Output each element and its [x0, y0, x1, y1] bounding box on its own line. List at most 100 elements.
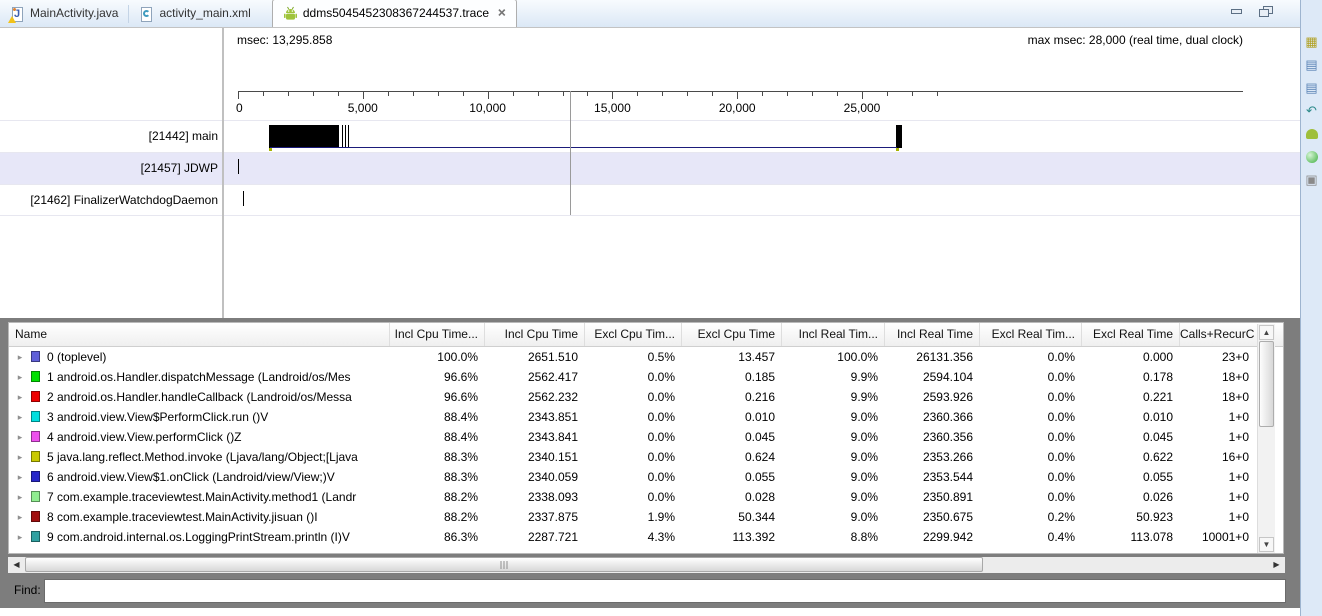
method-name: 6 android.view.View$1.onClick (Landroid/… — [47, 467, 389, 487]
thread-activity-tick — [238, 159, 239, 174]
expand-arrow-icon[interactable]: ▸ — [9, 507, 31, 527]
cell-value-6: 0.4% — [979, 527, 1081, 547]
scroll-up-icon[interactable]: ▲ — [1259, 325, 1274, 340]
label-timeline-divider[interactable] — [222, 28, 224, 318]
cell-value-6: 0.0% — [979, 427, 1081, 447]
vertical-scrollbar-thumb[interactable] — [1259, 341, 1274, 427]
expand-arrow-icon[interactable]: ▸ — [9, 367, 31, 387]
cell-value-7: 0.000 — [1081, 347, 1179, 367]
close-tab-icon[interactable]: ❌︎ — [498, 8, 506, 19]
expand-arrow-icon[interactable]: ▸ — [9, 527, 31, 547]
table-row[interactable]: ▸ 6 android.view.View$1.onClick (Landroid… — [9, 467, 1283, 487]
column-header-calls[interactable]: Calls+RecurC... — [1179, 323, 1255, 346]
table-row[interactable]: ▸ 1 android.os.Handler.dispatchMessage (L… — [9, 367, 1283, 387]
table-row[interactable]: ▸2 android.os.Handler.handleCallback (La… — [9, 387, 1283, 407]
thread-activity-block — [345, 125, 347, 148]
cell-value-4: 9.0% — [781, 447, 884, 467]
method-color-chip — [31, 451, 40, 462]
scroll-down-icon[interactable]: ▼ — [1259, 537, 1274, 552]
expand-arrow-icon[interactable]: ▸ — [9, 447, 31, 467]
column-header-name[interactable]: Name — [9, 323, 389, 346]
thread-row[interactable]: [21462] FinalizerWatchdogDaemon — [0, 184, 1300, 216]
clipboard-icon[interactable]: ▣ — [1304, 172, 1320, 188]
find-label: Find: — [14, 574, 41, 606]
tab-activity-main-xml[interactable]: activity_main.xml — [129, 1, 260, 27]
table-row[interactable]: ▸0 (toplevel)100.0%2651.5100.5%13.457100… — [9, 347, 1283, 367]
thread-row[interactable]: [21457] JDWP — [0, 152, 1300, 184]
ruler-tick — [837, 92, 838, 96]
column-header-incl-real-time[interactable]: Incl Real Time — [884, 323, 979, 346]
cell-value-5: 2353.544 — [884, 467, 979, 487]
ruler-tick — [912, 92, 913, 96]
ruler-tick — [637, 92, 638, 96]
expand-arrow-icon[interactable]: ▸ — [9, 407, 31, 427]
view-window-buttons — [1230, 6, 1272, 16]
minimize-button[interactable] — [1230, 6, 1243, 16]
profile-table: Name Incl Cpu Time... Incl Cpu Time Excl… — [8, 322, 1284, 554]
cell-value-0: 88.3% — [389, 467, 484, 487]
cell-value-4: 9.0% — [781, 507, 884, 527]
method-color-cell — [31, 427, 47, 447]
cell-value-2: 1.9% — [584, 507, 681, 527]
ruler-tick — [737, 92, 738, 99]
table-row[interactable]: ▸8 com.example.traceviewtest.MainActivit… — [9, 507, 1283, 527]
table-row[interactable]: ▸7 com.example.traceviewtest.MainActivit… — [9, 487, 1283, 507]
method-name: 1 android.os.Handler.dispatchMessage (La… — [47, 367, 389, 387]
ruler-tick — [388, 92, 389, 96]
cell-value-4: 9.9% — [781, 387, 884, 407]
table-row[interactable]: ▸5 java.lang.reflect.Method.invoke (Ljav… — [9, 447, 1283, 467]
file-icon[interactable]: ▤ — [1304, 57, 1320, 73]
expand-arrow-icon[interactable]: ▸ — [9, 427, 31, 447]
globe-icon[interactable] — [1304, 149, 1320, 165]
cell-value-5: 26131.356 — [884, 347, 979, 367]
column-header-excl-cpu-time[interactable]: Excl Cpu Time — [681, 323, 781, 346]
thread-activity-block — [896, 125, 902, 148]
thread-label: [21457] JDWP — [0, 153, 218, 184]
find-input[interactable] — [44, 579, 1286, 603]
tab-mainactivity-java[interactable]: J MainActivity.java — [0, 1, 128, 27]
file2-icon[interactable]: ▤ — [1304, 80, 1320, 96]
expand-arrow-icon[interactable]: ▸ — [9, 347, 31, 367]
horizontal-scrollbar-thumb[interactable] — [25, 557, 983, 572]
cell-value-2: 0.5% — [584, 347, 681, 367]
method-color-chip — [31, 531, 40, 542]
xml-file-icon — [139, 7, 154, 22]
table-row[interactable]: ▸9 com.android.internal.os.LoggingPrintS… — [9, 527, 1283, 547]
column-header-incl-cpu-time[interactable]: Incl Cpu Time — [484, 323, 584, 346]
cell-value-6: 0.0% — [979, 367, 1081, 387]
cell-value-7: 113.078 — [1081, 527, 1179, 547]
vertical-scrollbar[interactable]: ▲ ▼ — [1257, 324, 1275, 553]
column-header-incl-cpu-pct[interactable]: Incl Cpu Time... — [389, 323, 484, 346]
ruler-tick — [662, 92, 663, 96]
table-row[interactable]: ▸4 android.view.View.performClick ()Z88.… — [9, 427, 1283, 447]
restore-button[interactable] — [1259, 6, 1272, 16]
cell-value-2: 0.0% — [584, 447, 681, 467]
column-header-incl-real-pct[interactable]: Incl Real Tim... — [781, 323, 884, 346]
cell-value-7: 0.178 — [1081, 367, 1179, 387]
scroll-right-icon[interactable]: ▶ — [1269, 558, 1284, 572]
cell-value-5: 2593.926 — [884, 387, 979, 407]
method-color-chip — [31, 411, 40, 422]
column-header-excl-cpu-pct[interactable]: Excl Cpu Tim... — [584, 323, 681, 346]
undo-arrow-icon[interactable]: ↶ — [1304, 103, 1320, 119]
expand-arrow-icon[interactable]: ▸ — [9, 467, 31, 487]
column-header-excl-real-time[interactable]: Excl Real Time — [1081, 323, 1179, 346]
thread-activity-block — [348, 125, 350, 148]
editor-tab-bar: J MainActivity.java activity_main.xml — [0, 0, 1300, 28]
cell-value-0: 96.6% — [389, 367, 484, 387]
column-header-excl-real-pct[interactable]: Excl Real Tim... — [979, 323, 1081, 346]
expand-arrow-icon[interactable]: ▸ — [9, 387, 31, 407]
scroll-left-icon[interactable]: ◀ — [9, 558, 24, 572]
cell-value-3: 113.392 — [681, 527, 781, 547]
ruler-tick — [363, 92, 364, 99]
table-row[interactable]: ▸3 android.view.View$PerformClick.run ()… — [9, 407, 1283, 427]
cell-value-0: 88.4% — [389, 427, 484, 447]
horizontal-scrollbar[interactable]: ◀ ▶ — [8, 557, 1285, 573]
palette-icon[interactable]: ▦ — [1304, 34, 1320, 50]
ruler-tick-label: 0 — [236, 101, 243, 115]
timeline-panel[interactable]: msec: 13,295.858 max msec: 28,000 (real … — [0, 28, 1300, 318]
android-robot-icon[interactable] — [1304, 126, 1320, 142]
tab-ddms-trace[interactable]: ddms5045452308367244537.trace ❌︎ — [272, 0, 517, 27]
expand-arrow-icon[interactable]: ▸ — [9, 487, 31, 507]
thread-row[interactable]: [21442] main — [0, 120, 1300, 152]
